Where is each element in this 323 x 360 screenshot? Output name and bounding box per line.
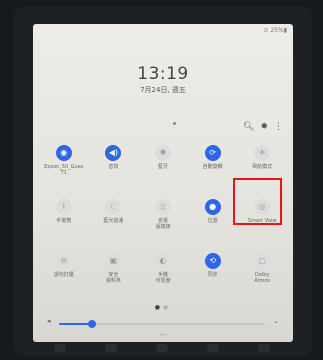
quick-tile-wifi[interactable]: ◉ Epson_50_Gues T1 <box>39 145 89 191</box>
status-bar-battery: ⊙ 25%▮ <box>263 27 287 34</box>
page-indicator: ●● <box>33 304 293 311</box>
volume-slider[interactable]: ◂ ⌄ <box>47 317 279 328</box>
volume-track[interactable] <box>59 320 265 328</box>
quick-tile-blue-light[interactable]: ☾ 藍光過濾 <box>89 199 139 245</box>
quick-tile-rotate[interactable]: ⟳ 自動旋轉 <box>188 145 238 191</box>
volume-icon: ◂ <box>47 317 51 325</box>
page-dot-current[interactable]: ● <box>155 304 163 311</box>
chevron-down-icon[interactable]: ⌄ <box>273 317 279 325</box>
power-saving-icon: ▯ <box>154 199 171 215</box>
do-not-disturb-icon: ⊖ <box>55 253 72 269</box>
quick-tile-power-saving[interactable]: ▯ 省電 遠端接 <box>138 199 188 245</box>
quick-tile-bluetooth[interactable]: ✱ 藍牙 <box>138 145 188 191</box>
rotate-icon: ⟳ <box>204 145 221 161</box>
quick-tile-do-not-disturb[interactable]: ⊖ 請勿打擾 <box>39 253 89 299</box>
smart-view-highlight-box <box>233 178 282 225</box>
more-icon[interactable]: ⋮ <box>274 122 283 132</box>
dock-app[interactable] <box>258 344 271 352</box>
dock-app[interactable] <box>155 344 168 352</box>
quick-panel-toolbar: 🔍︎ ✹ ⋮ <box>243 122 283 132</box>
dock-app[interactable] <box>207 344 220 352</box>
quick-tile-label: 藍光過濾 <box>103 218 124 224</box>
quick-tile-secure-folder[interactable]: ▣ 安全 資料夾 <box>89 253 139 299</box>
search-icon[interactable]: 🔍︎ <box>243 122 254 132</box>
quick-tile-label: Dolby Atmos <box>254 272 271 284</box>
sync-icon: ⟲ <box>204 253 221 269</box>
wifi-icon: ◉ <box>55 145 72 161</box>
quick-tile-speaker[interactable]: ◀) 音效 <box>89 145 139 191</box>
quick-tile-flashlight[interactable]: Ⅰ 手電筒 <box>39 199 89 245</box>
dock-app[interactable] <box>53 344 66 352</box>
airplane-icon: ✈ <box>254 145 271 161</box>
speaker-icon: ◀) <box>105 145 122 161</box>
quick-tile-label: 手電筒 <box>56 218 72 224</box>
quick-tile-sync[interactable]: ⟲ 同步 <box>188 253 238 299</box>
indicator-dot <box>173 122 176 125</box>
gear-icon[interactable]: ✹ <box>260 122 268 132</box>
clock-time: 13:19 <box>137 64 189 84</box>
volume-knob[interactable] <box>87 320 96 328</box>
quick-tile-label: 手機 可見度 <box>155 272 171 284</box>
location-icon: ● <box>204 199 221 215</box>
flashlight-icon: Ⅰ <box>55 199 72 215</box>
quick-tile-label: 省電 遠端接 <box>155 218 171 230</box>
dock-bar <box>34 344 290 358</box>
phone-visibility-icon: ◐ <box>154 253 171 269</box>
quick-tile-label: 飛航模式 <box>252 164 273 170</box>
quick-tile-label: Epson_50_Gues T1 <box>44 164 84 176</box>
clock-date: 7月24日, 週五 <box>140 86 186 94</box>
quick-tile-label: 藍牙 <box>157 164 168 170</box>
quick-tile-dolby[interactable]: ▢ Dolby Atmos <box>237 253 287 299</box>
quick-tile-phone-visibility[interactable]: ◐ 手機 可見度 <box>138 253 188 299</box>
bluetooth-icon: ✱ <box>154 145 171 161</box>
dolby-icon: ▢ <box>254 253 271 269</box>
dock-app[interactable] <box>104 344 117 352</box>
blue-light-icon: ☾ <box>105 199 122 215</box>
quick-tile-location[interactable]: ● 位置 <box>188 199 238 245</box>
quick-tile-label: 請勿打擾 <box>53 272 74 278</box>
quick-tile-label: 安全 資料夾 <box>105 272 121 284</box>
quick-tile-label: 自動旋轉 <box>202 164 223 170</box>
secure-folder-icon: ▣ <box>105 253 122 269</box>
quick-tile-label: 同步 <box>207 272 218 278</box>
quick-tile-label: 位置 <box>207 218 218 224</box>
panel-handle[interactable]: — <box>33 331 293 339</box>
quick-tile-label: 音效 <box>108 164 119 170</box>
page-dot-other[interactable]: ● <box>163 304 171 311</box>
